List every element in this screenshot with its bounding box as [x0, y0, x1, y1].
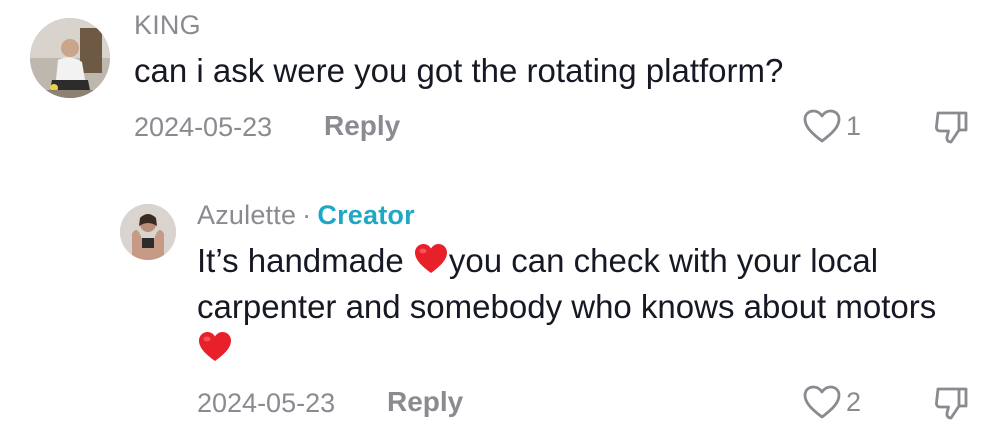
comment-text-line	[197, 328, 936, 374]
reply-comment-item: Azulette · Creator It’s handmade you can c…	[0, 190, 1000, 434]
thumbs-down-icon	[932, 108, 970, 146]
comment-text-line: It’s handmade you can check with your lo…	[197, 240, 936, 286]
heart-outline-icon	[802, 108, 842, 144]
red-heart-emoji	[413, 242, 449, 286]
like-count: 2	[846, 386, 862, 417]
dislike-button[interactable]	[932, 384, 970, 422]
reply-button[interactable]: Reply	[324, 110, 400, 142]
comment-username[interactable]: KING	[134, 10, 201, 41]
reply-button[interactable]: Reply	[387, 386, 463, 418]
red-heart-emoji	[197, 330, 233, 374]
dislike-button[interactable]	[932, 108, 970, 146]
avatar[interactable]	[30, 18, 110, 98]
text-segment: you can check with your local	[448, 242, 879, 279]
comment-item: KING can i ask were you got the rotating…	[0, 0, 1000, 170]
creator-badge: Creator	[317, 200, 415, 230]
like-button[interactable]: 1	[802, 108, 861, 144]
like-button[interactable]: 2	[802, 384, 861, 420]
username-separator: ·	[302, 200, 312, 230]
avatar-image	[30, 18, 110, 98]
avatar-image	[120, 204, 176, 260]
like-count: 1	[846, 110, 862, 141]
comment-text: can i ask were you got the rotating plat…	[134, 52, 784, 89]
text-segment: It’s handmade	[197, 242, 413, 279]
comment-date: 2024-05-23	[134, 112, 273, 142]
thumbs-down-icon	[932, 384, 970, 422]
comment-date: 2024-05-23	[197, 388, 336, 418]
reply-username-line: Azulette · Creator	[197, 200, 415, 231]
comment-username[interactable]: Azulette	[197, 200, 296, 230]
avatar[interactable]	[120, 204, 176, 260]
heart-outline-icon	[802, 384, 842, 420]
comment-text: It’s handmade you can check with your lo…	[197, 240, 936, 374]
comment-text-line: carpenter and somebody who knows about m…	[197, 288, 937, 325]
